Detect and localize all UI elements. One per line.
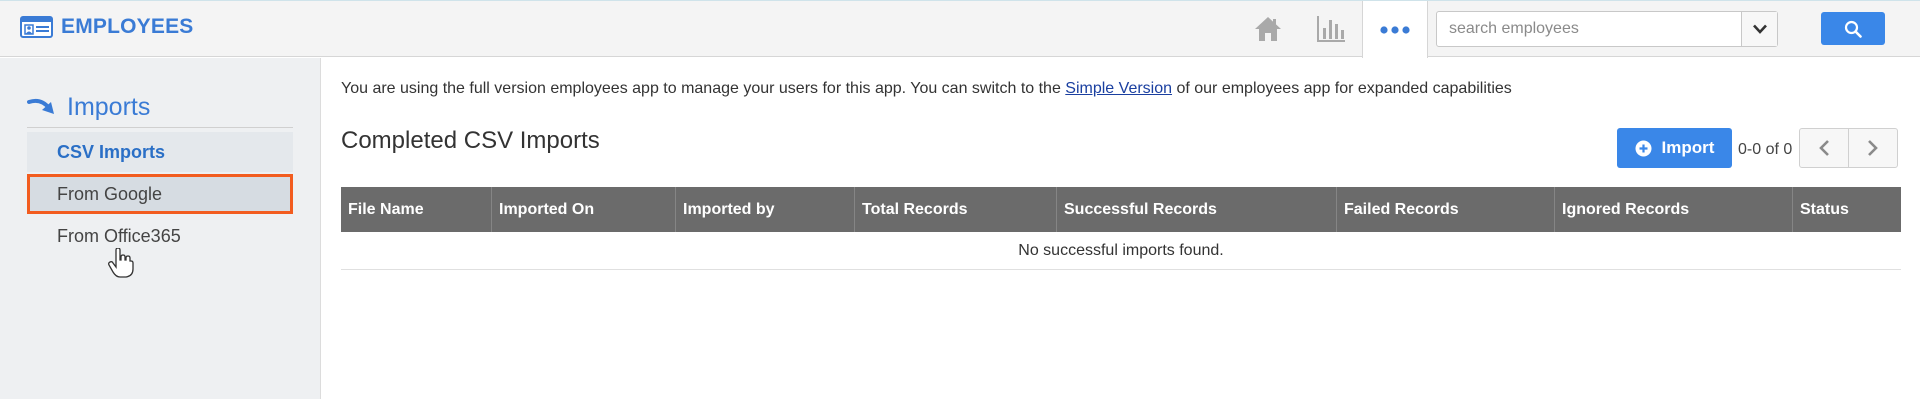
- sidebar-item-from-office365[interactable]: From Office365: [27, 216, 293, 256]
- search-icon: [1844, 20, 1862, 38]
- pagination-count: 0-0 of 0: [1738, 141, 1793, 158]
- import-button[interactable]: Import: [1617, 128, 1732, 168]
- table-header-row: File Name Imported On Imported by Total …: [341, 187, 1901, 232]
- search-filter-dropdown[interactable]: [1741, 12, 1777, 46]
- top-header: EMPLOYEES: [0, 0, 1920, 58]
- app-title: EMPLOYEES: [61, 15, 194, 38]
- more-dots-icon: [1380, 25, 1410, 34]
- import-button-label: Import: [1661, 138, 1715, 157]
- sidebar-item-from-google[interactable]: From Google: [27, 174, 293, 214]
- previous-page-button[interactable]: [1799, 128, 1849, 168]
- version-notice: You are using the full version employees…: [341, 80, 1512, 98]
- app-brand[interactable]: EMPLOYEES: [20, 15, 194, 39]
- sidebar-item-label: CSV Imports: [57, 141, 166, 162]
- sidebar-heading-label: Imports: [67, 93, 151, 121]
- notice-text-after: of our employees app for expanded capabi…: [1172, 80, 1512, 97]
- empty-state-message: No successful imports found.: [341, 232, 1901, 270]
- sidebar-item-label: From Office365: [57, 225, 181, 246]
- column-header[interactable]: Imported On: [492, 187, 676, 232]
- chevron-right-icon: [1868, 140, 1878, 156]
- hand-cursor-icon: [108, 248, 134, 278]
- home-button[interactable]: [1250, 1, 1286, 57]
- reports-button[interactable]: [1313, 1, 1349, 57]
- next-page-button[interactable]: [1848, 128, 1898, 168]
- simple-version-link[interactable]: Simple Version: [1065, 80, 1172, 97]
- bar-chart-icon: [1317, 16, 1345, 42]
- home-icon: [1255, 17, 1281, 41]
- sidebar-item-csv-imports[interactable]: CSV Imports: [27, 132, 293, 172]
- sidebar-item-label: From Google: [57, 183, 163, 204]
- plus-circle-icon: [1635, 140, 1652, 156]
- column-header[interactable]: Failed Records: [1337, 187, 1555, 232]
- chevron-down-icon: [1752, 24, 1767, 34]
- search-box: [1436, 11, 1778, 47]
- more-menu-button[interactable]: [1362, 1, 1428, 58]
- notice-text-before: You are using the full version employees…: [341, 80, 1066, 97]
- column-header[interactable]: Successful Records: [1057, 187, 1337, 232]
- sidebar: Imports CSV Imports From Google From Off…: [0, 58, 321, 399]
- import-arrow-icon: [27, 98, 54, 114]
- column-header[interactable]: Imported by: [676, 187, 855, 232]
- imports-table: File Name Imported On Imported by Total …: [341, 187, 1901, 270]
- search-button[interactable]: [1821, 12, 1885, 45]
- chevron-left-icon: [1819, 140, 1829, 156]
- column-header[interactable]: Ignored Records: [1555, 187, 1793, 232]
- id-card-icon: [20, 16, 53, 38]
- column-header[interactable]: Status: [1793, 187, 1901, 232]
- search-input[interactable]: [1437, 12, 1741, 46]
- sidebar-heading: Imports: [27, 88, 293, 128]
- column-header[interactable]: File Name: [341, 187, 492, 232]
- column-header[interactable]: Total Records: [855, 187, 1057, 232]
- page-title: Completed CSV Imports: [341, 127, 600, 154]
